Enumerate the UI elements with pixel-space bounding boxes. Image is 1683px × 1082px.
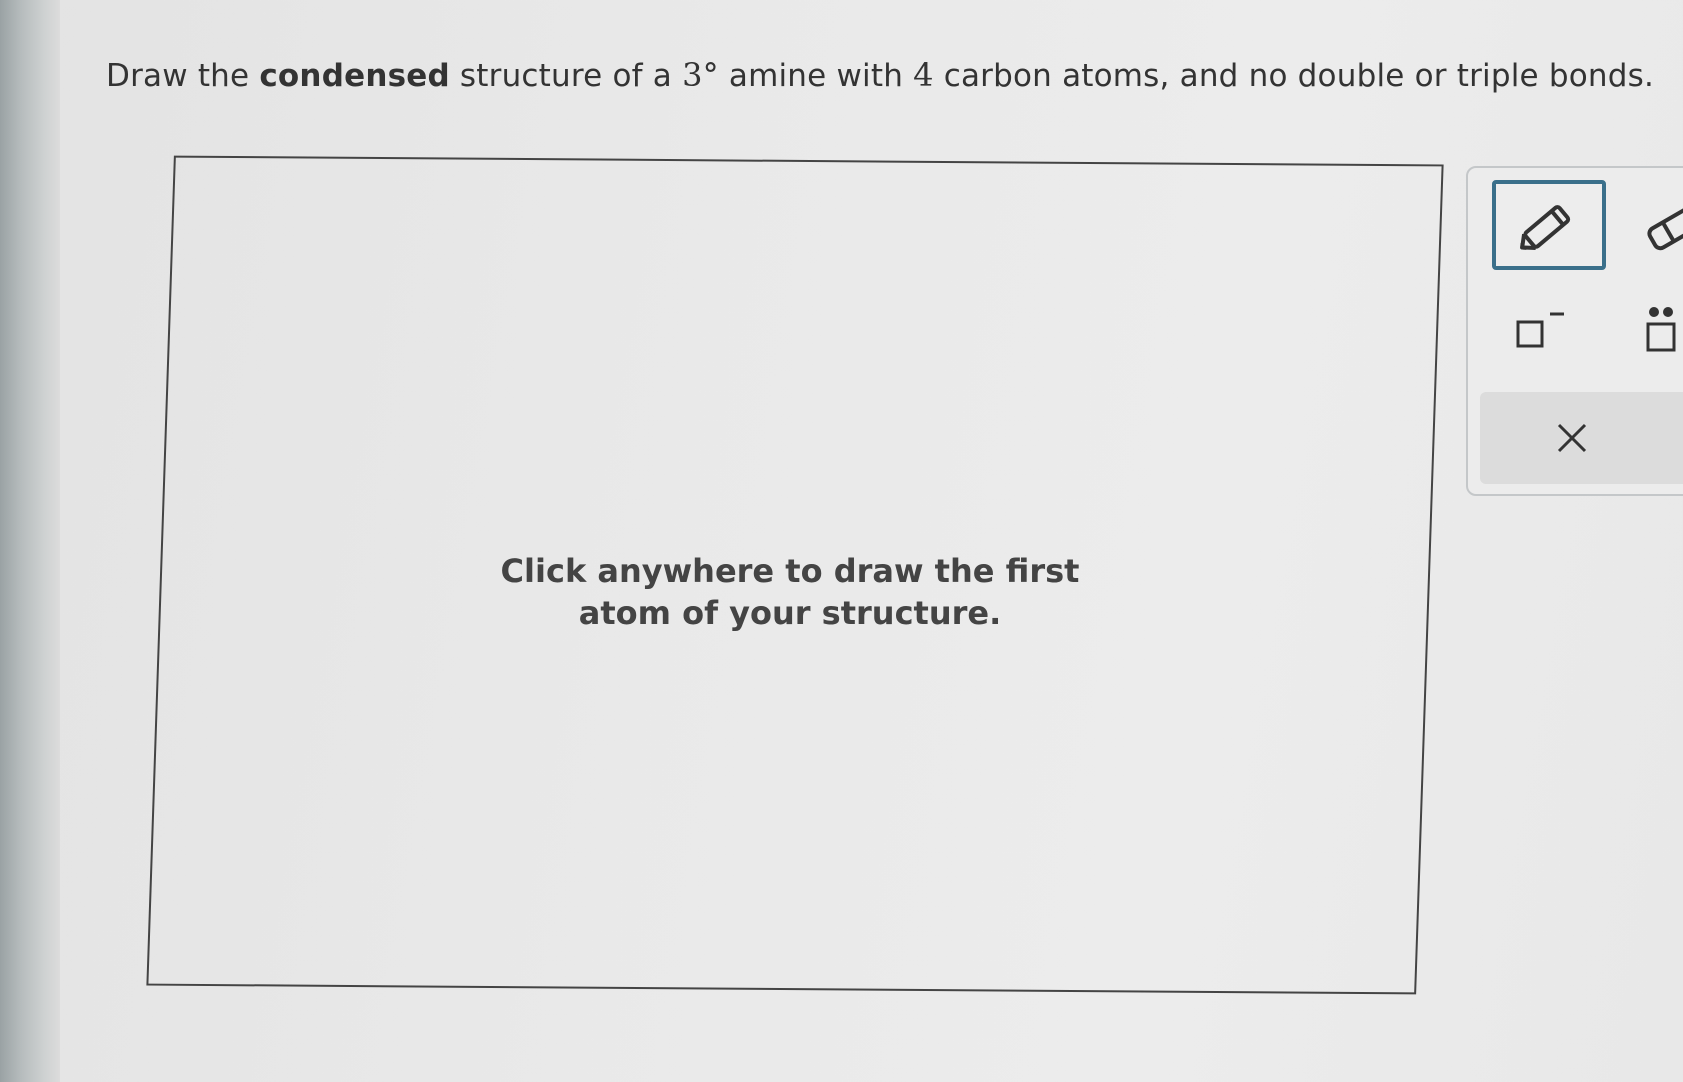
pencil-tool-button[interactable] bbox=[1492, 180, 1606, 270]
drawing-toolbar bbox=[1466, 166, 1683, 496]
question-bold-word: condensed bbox=[259, 58, 450, 94]
question-middle: structure of a bbox=[459, 58, 672, 94]
canvas-hint: Click anywhere to draw the first atom of… bbox=[0, 550, 1580, 634]
negative-charge-icon bbox=[1516, 312, 1564, 348]
question-after-degree: amine with bbox=[728, 58, 904, 94]
degree-sign: ° bbox=[702, 56, 719, 94]
lone-pair-icon bbox=[1646, 307, 1676, 352]
degree-number: 3 bbox=[682, 56, 703, 94]
close-icon bbox=[1557, 423, 1587, 453]
pencil-icon bbox=[1520, 205, 1571, 250]
carbon-count: 4 bbox=[913, 56, 934, 94]
screen-bezel bbox=[0, 0, 60, 1082]
clear-button[interactable] bbox=[1480, 392, 1683, 484]
canvas-hint-line2: atom of your structure. bbox=[578, 594, 1002, 632]
negative-charge-tool-button[interactable] bbox=[1514, 306, 1574, 356]
question-suffix: carbon atoms, and no double or triple bo… bbox=[943, 58, 1655, 94]
eraser-icon bbox=[1647, 206, 1683, 251]
eraser-tool-button[interactable] bbox=[1643, 198, 1683, 258]
question-text: Draw the condensed structure of a 3° ami… bbox=[106, 56, 1654, 94]
question-prefix: Draw the bbox=[106, 58, 250, 94]
canvas-hint-line1: Click anywhere to draw the first bbox=[500, 552, 1080, 590]
lone-pair-tool-button[interactable] bbox=[1644, 304, 1683, 360]
